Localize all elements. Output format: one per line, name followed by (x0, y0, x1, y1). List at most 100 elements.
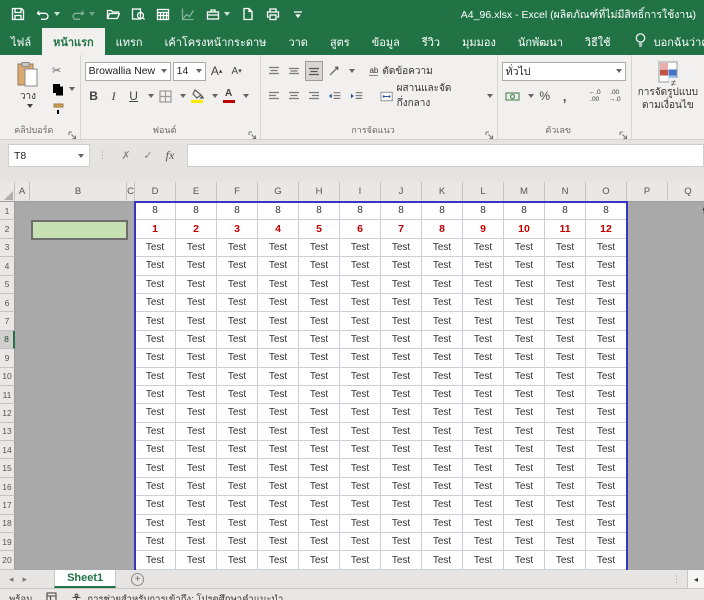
cell-I16[interactable]: Test (340, 478, 381, 496)
cell-E10[interactable]: Test (176, 368, 217, 386)
clipboard-dialog-launcher-icon[interactable] (68, 127, 77, 136)
cell-O2[interactable]: 12 (586, 220, 627, 238)
cell-N12[interactable]: Test (545, 404, 586, 422)
cell-E13[interactable]: Test (176, 423, 217, 441)
column-header-D[interactable]: D (135, 182, 176, 202)
cell-O1[interactable]: 8 (586, 202, 627, 220)
cell-O16[interactable]: Test (586, 478, 627, 496)
cell-M13[interactable]: Test (504, 423, 545, 441)
cell-N20[interactable]: Test (545, 551, 586, 569)
cell-M20[interactable]: Test (504, 551, 545, 569)
cell-G17[interactable]: Test (258, 496, 299, 514)
new-document-icon[interactable] (240, 7, 255, 22)
increase-indent-button[interactable] (347, 86, 366, 106)
cell-D1[interactable]: 8 (135, 202, 176, 220)
cell-D10[interactable]: Test (135, 368, 176, 386)
cell-A15[interactable] (15, 459, 30, 477)
cell-L3[interactable]: Test (463, 239, 504, 257)
formula-bar-splitter[interactable]: ⋮ (98, 150, 107, 161)
cell-D4[interactable]: Test (135, 257, 176, 275)
cell-N15[interactable]: Test (545, 459, 586, 477)
cell-C19[interactable] (127, 533, 135, 551)
name-box-dropdown-icon[interactable] (78, 154, 84, 158)
cell-F10[interactable]: Test (217, 368, 258, 386)
cell-G12[interactable]: Test (258, 404, 299, 422)
cell-M3[interactable]: Test (504, 239, 545, 257)
row-header-16[interactable]: 16 (0, 478, 15, 496)
cell-K4[interactable]: Test (422, 257, 463, 275)
cell-J15[interactable]: Test (381, 459, 422, 477)
cell-N3[interactable]: Test (545, 239, 586, 257)
cell-Q14[interactable] (668, 441, 704, 459)
cell-N8[interactable]: Test (545, 331, 586, 349)
cell-I19[interactable]: Test (340, 533, 381, 551)
add-sheet-button[interactable]: + (131, 573, 144, 586)
underline-button[interactable]: U (125, 86, 143, 106)
cell-D9[interactable]: Test (135, 349, 176, 367)
cell-Q15[interactable] (668, 459, 704, 477)
cell-G8[interactable]: Test (258, 331, 299, 349)
cell-F15[interactable]: Test (217, 459, 258, 477)
cell-G20[interactable]: Test (258, 551, 299, 569)
cell-O12[interactable]: Test (586, 404, 627, 422)
cell-M4[interactable]: Test (504, 257, 545, 275)
number-dialog-launcher-icon[interactable] (619, 127, 628, 136)
cell-K1[interactable]: 8 (422, 202, 463, 220)
cell-C9[interactable] (127, 349, 135, 367)
cell-D18[interactable]: Test (135, 515, 176, 533)
column-header-B[interactable]: B (30, 182, 127, 202)
cell-L9[interactable]: Test (463, 349, 504, 367)
shrink-font-button[interactable]: A▾ (228, 61, 246, 81)
cell-D15[interactable]: Test (135, 459, 176, 477)
cell-M6[interactable]: Test (504, 294, 545, 312)
formula-input[interactable] (187, 144, 704, 167)
cell-L4[interactable]: Test (463, 257, 504, 275)
orientation-button[interactable] (325, 61, 344, 81)
copy-dropdown-icon[interactable] (69, 87, 75, 91)
borders-button[interactable] (156, 86, 175, 106)
cell-G3[interactable]: Test (258, 239, 299, 257)
cell-J13[interactable]: Test (381, 423, 422, 441)
cell-L15[interactable]: Test (463, 459, 504, 477)
cell-N4[interactable]: Test (545, 257, 586, 275)
cell-D6[interactable]: Test (135, 294, 176, 312)
cell-D3[interactable]: Test (135, 239, 176, 257)
cell-H14[interactable]: Test (299, 441, 340, 459)
cell-A10[interactable] (15, 368, 30, 386)
cell-L17[interactable]: Test (463, 496, 504, 514)
font-color-dropdown-icon[interactable] (243, 94, 249, 98)
cell-B19[interactable] (30, 533, 127, 551)
row-header-6[interactable]: 6 (0, 294, 15, 312)
cell-J4[interactable]: Test (381, 257, 422, 275)
cell-K20[interactable]: Test (422, 551, 463, 569)
quick-print-icon[interactable] (265, 7, 280, 22)
cell-B8[interactable] (30, 331, 127, 349)
cell-A16[interactable] (15, 478, 30, 496)
cell-N18[interactable]: Test (545, 515, 586, 533)
align-center-button[interactable] (285, 86, 303, 106)
save-icon[interactable] (10, 7, 25, 22)
column-header-H[interactable]: H (299, 182, 340, 202)
cell-E3[interactable]: Test (176, 239, 217, 257)
cell-N13[interactable]: Test (545, 423, 586, 441)
cell-B14[interactable] (30, 441, 127, 459)
cell-J1[interactable]: 8 (381, 202, 422, 220)
cell-H11[interactable]: Test (299, 386, 340, 404)
cell-K18[interactable]: Test (422, 515, 463, 533)
cell-K3[interactable]: Test (422, 239, 463, 257)
cell-Q7[interactable] (668, 312, 704, 330)
ribbon-tab-8[interactable]: มุมมอง (451, 28, 507, 55)
cell-G1[interactable]: 8 (258, 202, 299, 220)
borders-dropdown-icon[interactable] (180, 94, 186, 98)
column-header-A[interactable]: A (15, 182, 30, 202)
cell-G14[interactable]: Test (258, 441, 299, 459)
cell-E7[interactable]: Test (176, 312, 217, 330)
cell-G18[interactable]: Test (258, 515, 299, 533)
align-right-button[interactable] (305, 86, 323, 106)
cell-O7[interactable]: Test (586, 312, 627, 330)
cell-C15[interactable] (127, 459, 135, 477)
cell-A11[interactable] (15, 386, 30, 404)
cell-L8[interactable]: Test (463, 331, 504, 349)
font-dialog-launcher-icon[interactable] (248, 127, 257, 136)
row-header-3[interactable]: 3 (0, 239, 15, 257)
